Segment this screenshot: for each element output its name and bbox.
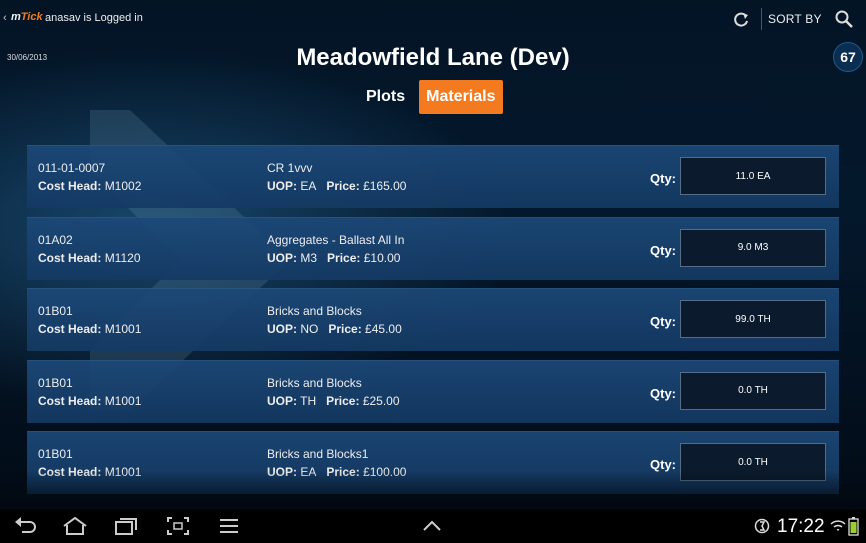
logged-in-status: anasav is Logged in <box>45 12 143 24</box>
cost-head: Cost Head: M1001 <box>38 393 142 408</box>
qty-label: Qty: <box>650 242 676 258</box>
top-bar: ‹ mTick anasav is Logged in SORT BY <box>0 0 866 38</box>
qty-label: Qty: <box>650 385 676 401</box>
app-logo[interactable]: mTick <box>11 11 43 23</box>
material-description: Aggregates - Ballast All In <box>267 232 405 247</box>
list-fade-overlay <box>0 470 866 510</box>
search-icon[interactable] <box>834 9 854 29</box>
material-code: 01A02 <box>38 232 73 247</box>
cost-head: Cost Head: M1001 <box>38 322 142 336</box>
status-icon <box>754 518 770 534</box>
uop-price: UOP: M3 Price: £10.00 <box>267 250 401 265</box>
uop-price: UOP: TH Price: £25.00 <box>267 393 400 408</box>
uop-price: UOP: NO Price: £45.00 <box>267 322 402 336</box>
battery-icon <box>848 517 859 536</box>
qty-label: Qty: <box>650 314 676 329</box>
qty-field[interactable]: 9.0 M3 <box>680 228 826 267</box>
page-title: Meadowfield Lane (Dev) <box>296 44 570 71</box>
list-item[interactable]: 01B01 Cost Head: M1001 Bricks and Blocks… <box>27 288 839 351</box>
screenshot-icon[interactable] <box>166 516 190 536</box>
cost-head: Cost Head: M1002 <box>38 179 142 193</box>
menu-icon[interactable] <box>218 516 240 536</box>
list-item[interactable]: 01A02 Cost Head: M1120 Aggregates - Ball… <box>27 216 839 280</box>
list-item[interactable]: 011-01-0007 Cost Head: M1002 CR 1vvv UOP… <box>27 145 839 208</box>
up-chevron-icon[interactable] <box>421 516 443 536</box>
qty-field[interactable]: 99.0 TH <box>680 300 826 338</box>
material-description: Bricks and Blocks <box>267 304 362 318</box>
material-code: 01B01 <box>38 304 73 318</box>
material-description: CR 1vvv <box>267 161 313 175</box>
home-icon[interactable] <box>62 516 88 536</box>
qty-field[interactable]: 11.0 EA <box>680 157 826 195</box>
material-description: Bricks and Blocks1 <box>267 447 369 461</box>
tab-plots[interactable]: Plots <box>360 80 411 114</box>
back-chevron-icon[interactable]: ‹ <box>3 12 7 24</box>
material-code: 01B01 <box>38 447 73 461</box>
material-description: Bricks and Blocks <box>267 375 362 390</box>
material-code: 011-01-0007 <box>38 161 106 175</box>
material-code: 01B01 <box>38 375 73 390</box>
wifi-icon <box>830 520 846 531</box>
clock: 17:22 <box>777 516 825 537</box>
refresh-icon[interactable] <box>731 10 751 30</box>
toolbar-divider <box>761 8 762 30</box>
tab-materials[interactable]: Materials <box>419 80 503 114</box>
app-screen: ‹ mTick anasav is Logged in SORT BY 30/0… <box>0 0 866 510</box>
tab-bar: Plots Materials <box>360 80 503 114</box>
recent-apps-icon[interactable] <box>114 516 138 536</box>
qty-field[interactable]: 0.0 TH <box>680 371 826 410</box>
materials-list: 011-01-0007 Cost Head: M1002 CR 1vvv UOP… <box>27 145 839 503</box>
qty-label: Qty: <box>650 171 676 186</box>
list-item[interactable]: 01B01 Cost Head: M1001 Bricks and Blocks… <box>27 359 839 423</box>
cost-head: Cost Head: M1120 <box>38 250 141 265</box>
sort-by-button[interactable]: SORT BY <box>768 12 822 26</box>
system-nav-bar: 17:22 <box>0 510 866 543</box>
back-icon[interactable] <box>14 516 38 536</box>
uop-price: UOP: EA Price: £165.00 <box>267 179 407 193</box>
